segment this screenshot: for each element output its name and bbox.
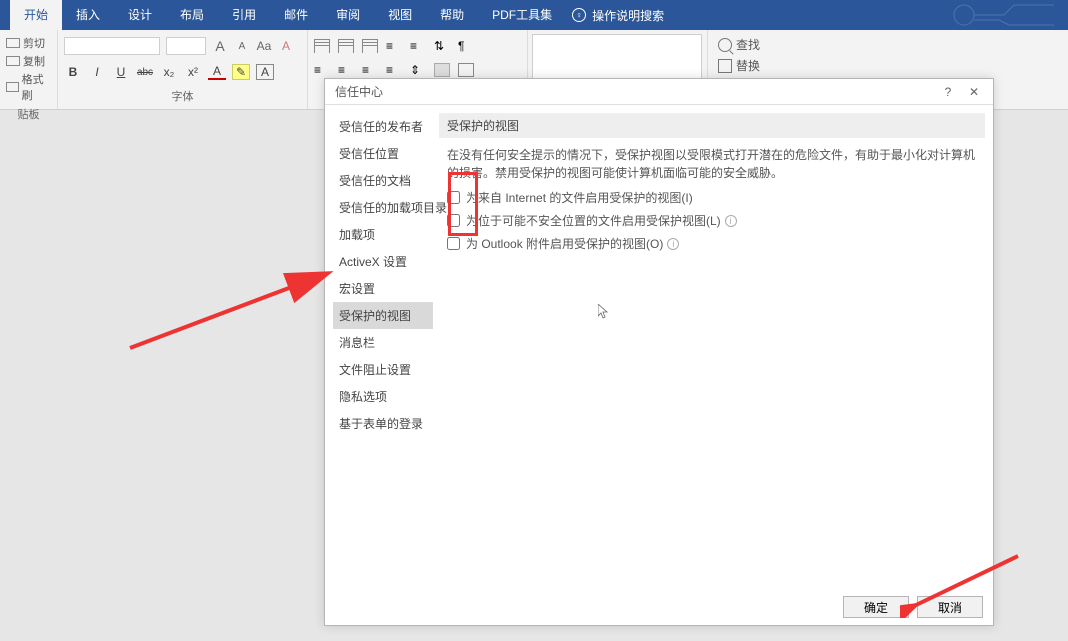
checkbox-outlook-label: 为 Outlook 附件启用受保护的视图(O) (466, 235, 663, 252)
cat-protected-view[interactable]: 受保护的视图 (333, 302, 433, 329)
checkbox-unsafe-label: 为位于可能不安全位置的文件启用受保护视图(L) (466, 212, 721, 229)
section-header: 受保护的视图 (439, 113, 985, 138)
cat-trusted-publishers[interactable]: 受信任的发布者 (333, 113, 433, 140)
tab-references[interactable]: 引用 (218, 0, 270, 30)
shading-button[interactable] (434, 63, 450, 77)
tab-design[interactable]: 设计 (114, 0, 166, 30)
ok-button[interactable]: 确定 (843, 596, 909, 618)
cancel-button[interactable]: 取消 (917, 596, 983, 618)
tab-review[interactable]: 审阅 (322, 0, 374, 30)
font-size-combo[interactable] (166, 37, 206, 55)
superscript-button[interactable]: x² (184, 65, 202, 79)
show-marks-button[interactable]: ¶ (458, 39, 474, 53)
tell-me-label: 操作说明搜索 (592, 7, 664, 24)
cat-message-bar[interactable]: 消息栏 (333, 329, 433, 356)
font-group-label: 字体 (64, 88, 301, 104)
lightbulb-icon: ♀ (572, 8, 586, 22)
category-list: 受信任的发布者 受信任位置 受信任的文档 受信任的加载项目录 加载项 Activ… (333, 113, 433, 581)
cat-file-block[interactable]: 文件阻止设置 (333, 356, 433, 383)
tab-pdf-tools[interactable]: PDF工具集 (478, 0, 566, 30)
format-painter-button[interactable]: 格式刷 (4, 70, 53, 104)
search-icon (718, 38, 732, 52)
replace-button[interactable]: 替换 (716, 55, 1060, 76)
dialog-help-button[interactable]: ? (935, 85, 961, 99)
clipboard-group-label: 贴板 (4, 106, 53, 122)
header-decoration (944, 0, 1064, 30)
content-pane: 受保护的视图 在没有任何安全提示的情况下，受保护视图以受限模式打开潜在的危险文件… (439, 113, 985, 581)
cat-form-login[interactable]: 基于表单的登录 (333, 410, 433, 437)
checkbox-outlook-input[interactable] (447, 237, 460, 250)
highlight-button[interactable]: ✎ (232, 64, 250, 80)
cat-macro-settings[interactable]: 宏设置 (333, 275, 433, 302)
d-dialog-button-row: 确定 取消 (325, 589, 993, 625)
info-icon[interactable]: i (667, 238, 679, 250)
dialog-close-button[interactable]: ✕ (961, 85, 987, 99)
checkbox-internet-input[interactable] (447, 191, 460, 204)
decrease-indent-button[interactable]: ≡ (386, 39, 402, 53)
subscript-button[interactable]: x₂ (160, 65, 178, 79)
replace-icon (718, 59, 732, 73)
tell-me-search[interactable]: ♀ 操作说明搜索 (572, 7, 664, 24)
scissors-icon (6, 38, 20, 48)
tab-help[interactable]: 帮助 (426, 0, 478, 30)
copy-icon (6, 56, 20, 66)
bold-button[interactable]: B (64, 65, 82, 79)
font-group: A A Aa A B I U abc x₂ x² A ✎ A 字体 (58, 30, 308, 109)
checkbox-unsafe-input[interactable] (447, 214, 460, 227)
info-icon[interactable]: i (725, 215, 737, 227)
trust-center-dialog: 信任中心 ? ✕ 受信任的发布者 受信任位置 受信任的文档 受信任的加载项目录 … (324, 78, 994, 626)
checkbox-unsafe-location[interactable]: 为位于可能不安全位置的文件启用受保护视图(L) i (439, 209, 985, 232)
annotation-arrow-category (128, 264, 338, 354)
cut-button[interactable]: 剪切 (4, 34, 53, 52)
dialog-titlebar: 信任中心 ? ✕ (325, 79, 993, 105)
font-name-combo[interactable] (64, 37, 160, 55)
tab-mailings[interactable]: 邮件 (270, 0, 322, 30)
copy-button[interactable]: 复制 (4, 52, 53, 70)
checkbox-outlook-attachments[interactable]: 为 Outlook 附件启用受保护的视图(O) i (439, 232, 985, 255)
strike-button[interactable]: abc (136, 67, 154, 78)
shrink-font-button[interactable]: A (234, 38, 250, 54)
clear-format-button[interactable]: A (278, 38, 294, 54)
checkbox-internet-files[interactable]: 为来自 Internet 的文件启用受保护的视图(I) (439, 186, 985, 209)
grow-font-button[interactable]: A (212, 38, 228, 54)
replace-label: 替换 (736, 57, 760, 74)
underline-button[interactable]: U (112, 65, 130, 79)
tab-insert[interactable]: 插入 (62, 0, 114, 30)
borders-button[interactable] (458, 63, 474, 77)
italic-button[interactable]: I (88, 65, 106, 79)
cat-activex-settings[interactable]: ActiveX 设置 (333, 248, 433, 275)
increase-indent-button[interactable]: ≡ (410, 39, 426, 53)
tab-layout[interactable]: 布局 (166, 0, 218, 30)
checkbox-internet-label: 为来自 Internet 的文件启用受保护的视图(I) (466, 189, 693, 206)
cat-trusted-addin-catalogs[interactable]: 受信任的加载项目录 (333, 194, 433, 221)
tab-view[interactable]: 视图 (374, 0, 426, 30)
char-border-button[interactable]: A (256, 64, 274, 80)
cat-trusted-locations[interactable]: 受信任位置 (333, 140, 433, 167)
font-color-button[interactable]: A (208, 64, 226, 80)
cat-addins[interactable]: 加载项 (333, 221, 433, 248)
clipboard-group: 剪切 复制 格式刷 贴板 (0, 30, 58, 109)
align-left-button[interactable]: ≡ (314, 63, 330, 77)
numbering-button[interactable] (338, 39, 354, 53)
multilevel-button[interactable] (362, 39, 378, 53)
find-button[interactable]: 查找 (716, 34, 1060, 55)
dialog-title-text: 信任中心 (335, 83, 383, 100)
sort-button[interactable]: ⇅ (434, 39, 450, 53)
justify-button[interactable]: ≡ (386, 63, 402, 77)
brush-icon (6, 82, 19, 92)
ribbon-tabs: 开始 插入 设计 布局 引用 邮件 审阅 视图 帮助 PDF工具集 ♀ 操作说明… (0, 0, 1068, 30)
find-label: 查找 (736, 36, 760, 53)
bullets-button[interactable] (314, 39, 330, 53)
align-center-button[interactable]: ≡ (338, 63, 354, 77)
tab-home[interactable]: 开始 (10, 0, 62, 30)
cut-label: 剪切 (23, 35, 45, 51)
cat-trusted-documents[interactable]: 受信任的文档 (333, 167, 433, 194)
change-case-button[interactable]: Aa (256, 38, 272, 54)
section-description: 在没有任何安全提示的情况下，受保护视图以受限模式打开潜在的危险文件，有助于最小化… (439, 146, 985, 182)
line-spacing-button[interactable]: ⇕ (410, 63, 426, 77)
cat-privacy-options[interactable]: 隐私选项 (333, 383, 433, 410)
align-right-button[interactable]: ≡ (362, 63, 378, 77)
painter-label: 格式刷 (22, 71, 51, 103)
copy-label: 复制 (23, 53, 45, 69)
